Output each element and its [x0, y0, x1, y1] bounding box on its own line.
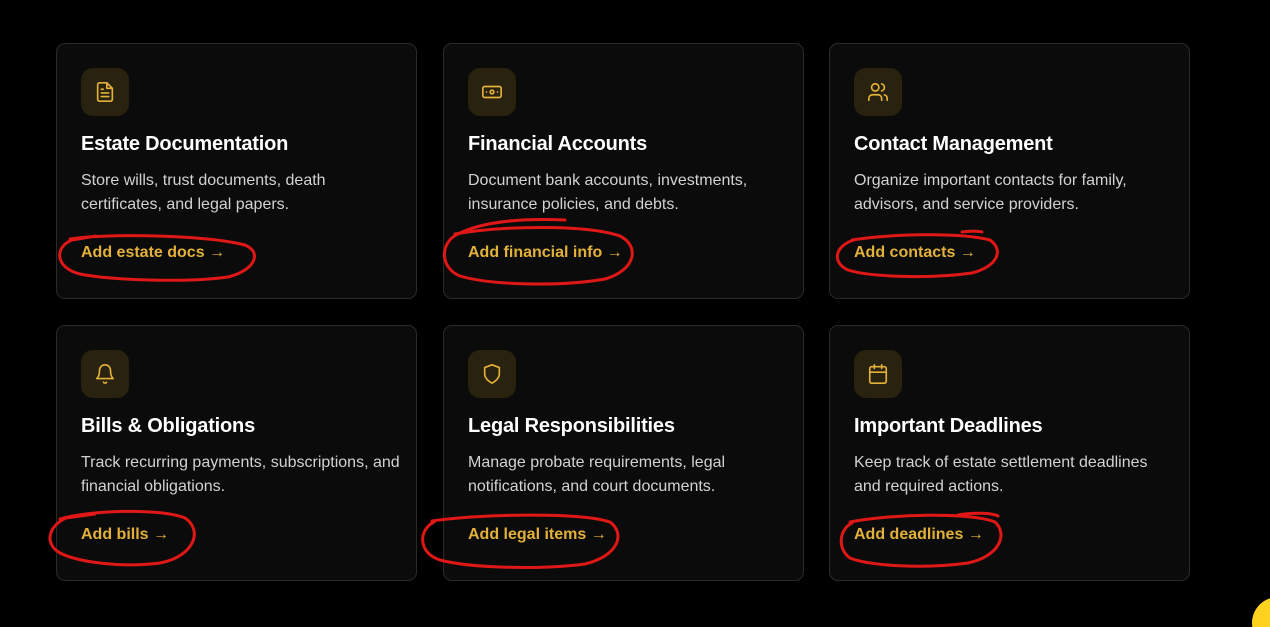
- floating-action-widget[interactable]: [1252, 597, 1270, 627]
- card-title: Contact Management: [854, 133, 1053, 155]
- card-important-deadlines: Important Deadlines Keep track of estate…: [829, 325, 1190, 581]
- add-financial-info-link[interactable]: Add financial info →: [468, 244, 623, 262]
- card-description: Manage probate requirements, legal notif…: [468, 454, 726, 495]
- add-deadlines-link[interactable]: Add deadlines →: [854, 526, 984, 544]
- card-legal-responsibilities: Legal Responsibilities Manage probate re…: [443, 325, 804, 581]
- add-legal-items-link[interactable]: Add legal items →: [468, 526, 607, 544]
- card-description: Keep track of estate settlement deadline…: [854, 454, 1148, 495]
- card-title: Financial Accounts: [468, 133, 648, 155]
- shield-icon: [468, 350, 516, 398]
- calendar-icon: [854, 350, 902, 398]
- features-grid: Estate Documentation Store wills, trust …: [0, 0, 1270, 627]
- card-description: Document bank accounts, investments, ins…: [468, 172, 748, 213]
- card-estate-documentation: Estate Documentation Store wills, trust …: [56, 43, 417, 299]
- card-description: Track recurring payments, subscriptions,…: [81, 454, 400, 495]
- card-description: Store wills, trust documents, death cert…: [81, 172, 326, 213]
- users-icon: [854, 68, 902, 116]
- card-title: Important Deadlines: [854, 415, 1043, 437]
- add-estate-docs-link[interactable]: Add estate docs →: [81, 244, 225, 262]
- card-financial-accounts: Financial Accounts Document bank account…: [443, 43, 804, 299]
- bell-icon: [81, 350, 129, 398]
- card-description: Organize important contacts for family, …: [854, 172, 1127, 213]
- add-contacts-link[interactable]: Add contacts →: [854, 244, 976, 262]
- banknote-icon: [468, 68, 516, 116]
- card-bills-obligations: Bills & Obligations Track recurring paym…: [56, 325, 417, 581]
- card-title: Estate Documentation: [81, 133, 289, 155]
- document-icon: [81, 68, 129, 116]
- card-title: Bills & Obligations: [81, 415, 255, 437]
- card-title: Legal Responsibilities: [468, 415, 675, 437]
- add-bills-link[interactable]: Add bills →: [81, 526, 169, 544]
- card-contact-management: Contact Management Organize important co…: [829, 43, 1190, 299]
